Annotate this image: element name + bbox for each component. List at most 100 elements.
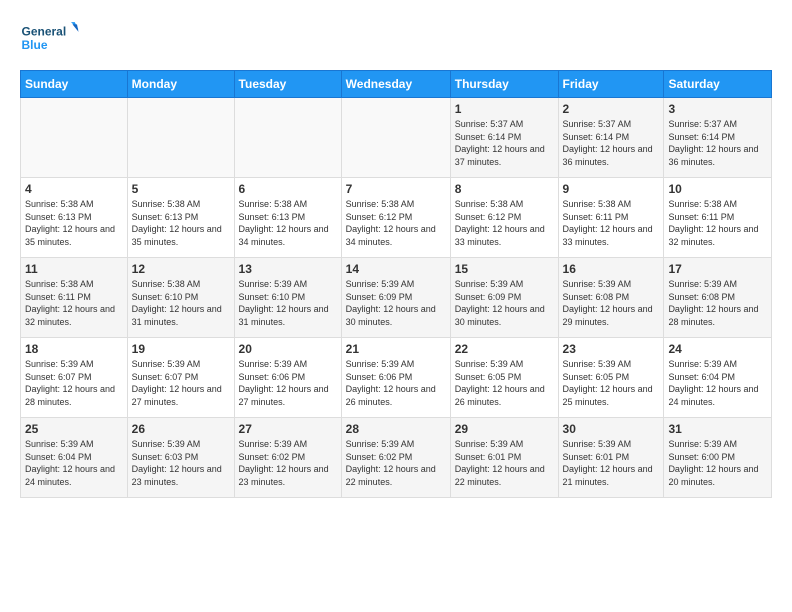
calendar-cell: 17 Sunrise: 5:39 AM Sunset: 6:08 PM Dayli… (664, 258, 772, 338)
day-info: Sunrise: 5:38 AM Sunset: 6:13 PM Dayligh… (25, 198, 123, 248)
day-number: 25 (25, 422, 123, 436)
header-monday: Monday (127, 71, 234, 98)
day-info: Sunrise: 5:39 AM Sunset: 6:07 PM Dayligh… (25, 358, 123, 408)
calendar-cell: 27 Sunrise: 5:39 AM Sunset: 6:02 PM Dayli… (234, 418, 341, 498)
day-number: 29 (455, 422, 554, 436)
day-info: Sunrise: 5:39 AM Sunset: 6:00 PM Dayligh… (668, 438, 767, 488)
day-info: Sunrise: 5:39 AM Sunset: 6:01 PM Dayligh… (455, 438, 554, 488)
day-number: 31 (668, 422, 767, 436)
header-friday: Friday (558, 71, 664, 98)
day-number: 8 (455, 182, 554, 196)
day-info: Sunrise: 5:39 AM Sunset: 6:04 PM Dayligh… (668, 358, 767, 408)
day-number: 3 (668, 102, 767, 116)
calendar-cell: 13 Sunrise: 5:39 AM Sunset: 6:10 PM Dayli… (234, 258, 341, 338)
day-info: Sunrise: 5:37 AM Sunset: 6:14 PM Dayligh… (455, 118, 554, 168)
day-info: Sunrise: 5:38 AM Sunset: 6:13 PM Dayligh… (132, 198, 230, 248)
day-number: 30 (563, 422, 660, 436)
calendar-cell: 31 Sunrise: 5:39 AM Sunset: 6:00 PM Dayli… (664, 418, 772, 498)
calendar-cell: 5 Sunrise: 5:38 AM Sunset: 6:13 PM Daylig… (127, 178, 234, 258)
day-info: Sunrise: 5:39 AM Sunset: 6:05 PM Dayligh… (563, 358, 660, 408)
day-number: 17 (668, 262, 767, 276)
day-info: Sunrise: 5:39 AM Sunset: 6:08 PM Dayligh… (563, 278, 660, 328)
day-info: Sunrise: 5:39 AM Sunset: 6:06 PM Dayligh… (346, 358, 446, 408)
calendar-cell: 26 Sunrise: 5:39 AM Sunset: 6:03 PM Dayli… (127, 418, 234, 498)
calendar-cell: 28 Sunrise: 5:39 AM Sunset: 6:02 PM Dayli… (341, 418, 450, 498)
day-info: Sunrise: 5:39 AM Sunset: 6:10 PM Dayligh… (239, 278, 337, 328)
day-info: Sunrise: 5:39 AM Sunset: 6:02 PM Dayligh… (346, 438, 446, 488)
week-row-3: 11Sunrise: 5:38 AM Sunset: 6:11 PM Dayli… (21, 258, 772, 338)
day-number: 23 (563, 342, 660, 356)
day-info: Sunrise: 5:39 AM Sunset: 6:07 PM Dayligh… (132, 358, 230, 408)
header-wednesday: Wednesday (341, 71, 450, 98)
calendar-cell: 16 Sunrise: 5:39 AM Sunset: 6:08 PM Dayli… (558, 258, 664, 338)
day-info: Sunrise: 5:39 AM Sunset: 6:05 PM Dayligh… (455, 358, 554, 408)
day-number: 28 (346, 422, 446, 436)
logo: General Blue (20, 15, 80, 60)
calendar-header: SundayMondayTuesdayWednesdayThursdayFrid… (21, 71, 772, 98)
day-info: Sunrise: 5:39 AM Sunset: 6:03 PM Dayligh… (132, 438, 230, 488)
day-info: Sunrise: 5:39 AM Sunset: 6:08 PM Dayligh… (668, 278, 767, 328)
day-info: Sunrise: 5:39 AM Sunset: 6:02 PM Dayligh… (239, 438, 337, 488)
calendar-cell: 30Sunrise: 5:39 AM Sunset: 6:01 PM Dayli… (558, 418, 664, 498)
calendar-cell: 18 Sunrise: 5:39 AM Sunset: 6:07 PM Dayli… (21, 338, 128, 418)
calendar-cell: 9Sunrise: 5:38 AM Sunset: 6:11 PM Daylig… (558, 178, 664, 258)
calendar-cell: 15 Sunrise: 5:39 AM Sunset: 6:09 PM Dayli… (450, 258, 558, 338)
logo-svg: General Blue (20, 15, 80, 60)
day-info: Sunrise: 5:38 AM Sunset: 6:12 PM Dayligh… (346, 198, 446, 248)
day-number: 26 (132, 422, 230, 436)
day-number: 5 (132, 182, 230, 196)
calendar-cell: 25Sunrise: 5:39 AM Sunset: 6:04 PM Dayli… (21, 418, 128, 498)
week-row-5: 25Sunrise: 5:39 AM Sunset: 6:04 PM Dayli… (21, 418, 772, 498)
day-info: Sunrise: 5:38 AM Sunset: 6:13 PM Dayligh… (239, 198, 337, 248)
day-number: 9 (563, 182, 660, 196)
calendar-cell: 4 Sunrise: 5:38 AM Sunset: 6:13 PM Daylig… (21, 178, 128, 258)
calendar-body: 1 Sunrise: 5:37 AM Sunset: 6:14 PM Daylig… (21, 98, 772, 498)
header-row: SundayMondayTuesdayWednesdayThursdayFrid… (21, 71, 772, 98)
calendar-cell: 8 Sunrise: 5:38 AM Sunset: 6:12 PM Daylig… (450, 178, 558, 258)
day-info: Sunrise: 5:39 AM Sunset: 6:06 PM Dayligh… (239, 358, 337, 408)
header-tuesday: Tuesday (234, 71, 341, 98)
day-number: 18 (25, 342, 123, 356)
calendar-cell: 11Sunrise: 5:38 AM Sunset: 6:11 PM Dayli… (21, 258, 128, 338)
calendar-cell: 2 Sunrise: 5:37 AM Sunset: 6:14 PM Daylig… (558, 98, 664, 178)
day-number: 21 (346, 342, 446, 356)
day-info: Sunrise: 5:38 AM Sunset: 6:10 PM Dayligh… (132, 278, 230, 328)
calendar-cell: 21 Sunrise: 5:39 AM Sunset: 6:06 PM Dayli… (341, 338, 450, 418)
day-info: Sunrise: 5:38 AM Sunset: 6:11 PM Dayligh… (668, 198, 767, 248)
calendar-cell (234, 98, 341, 178)
day-info: Sunrise: 5:37 AM Sunset: 6:14 PM Dayligh… (563, 118, 660, 168)
day-number: 24 (668, 342, 767, 356)
day-number: 11 (25, 262, 123, 276)
calendar-cell: 19 Sunrise: 5:39 AM Sunset: 6:07 PM Dayli… (127, 338, 234, 418)
week-row-4: 18 Sunrise: 5:39 AM Sunset: 6:07 PM Dayli… (21, 338, 772, 418)
day-number: 13 (239, 262, 337, 276)
day-number: 10 (668, 182, 767, 196)
day-number: 6 (239, 182, 337, 196)
header-thursday: Thursday (450, 71, 558, 98)
day-number: 1 (455, 102, 554, 116)
day-number: 4 (25, 182, 123, 196)
header-sunday: Sunday (21, 71, 128, 98)
day-number: 12 (132, 262, 230, 276)
calendar-cell: 29 Sunrise: 5:39 AM Sunset: 6:01 PM Dayli… (450, 418, 558, 498)
day-info: Sunrise: 5:39 AM Sunset: 6:09 PM Dayligh… (455, 278, 554, 328)
calendar-table: SundayMondayTuesdayWednesdayThursdayFrid… (20, 70, 772, 498)
day-number: 2 (563, 102, 660, 116)
day-info: Sunrise: 5:37 AM Sunset: 6:14 PM Dayligh… (668, 118, 767, 168)
calendar-cell: 6 Sunrise: 5:38 AM Sunset: 6:13 PM Daylig… (234, 178, 341, 258)
day-number: 16 (563, 262, 660, 276)
day-number: 19 (132, 342, 230, 356)
calendar-cell: 14Sunrise: 5:39 AM Sunset: 6:09 PM Dayli… (341, 258, 450, 338)
calendar-cell (341, 98, 450, 178)
day-number: 15 (455, 262, 554, 276)
day-info: Sunrise: 5:38 AM Sunset: 6:12 PM Dayligh… (455, 198, 554, 248)
calendar-cell: 23 Sunrise: 5:39 AM Sunset: 6:05 PM Dayli… (558, 338, 664, 418)
day-number: 22 (455, 342, 554, 356)
calendar-cell: 1 Sunrise: 5:37 AM Sunset: 6:14 PM Daylig… (450, 98, 558, 178)
calendar-cell (127, 98, 234, 178)
svg-text:Blue: Blue (22, 38, 48, 52)
calendar-cell: 10 Sunrise: 5:38 AM Sunset: 6:11 PM Dayli… (664, 178, 772, 258)
calendar-cell: 12 Sunrise: 5:38 AM Sunset: 6:10 PM Dayli… (127, 258, 234, 338)
day-number: 27 (239, 422, 337, 436)
page-container: General Blue SundayMondayTuesdayWednesda… (0, 0, 792, 513)
